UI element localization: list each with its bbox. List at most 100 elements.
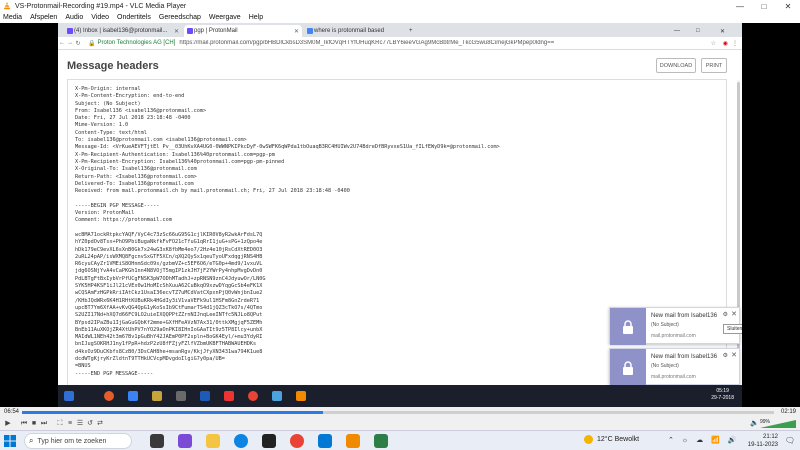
- download-button[interactable]: DOWNLOAD: [656, 58, 696, 73]
- video-area[interactable]: (4) Inbox | isabel136@protonmail... ✕ pg…: [0, 23, 800, 407]
- protonmail-favicon-icon: [67, 28, 73, 34]
- menu-ondertitels[interactable]: Ondertitels: [117, 14, 151, 21]
- menu-gereedschap[interactable]: Gereedschap: [159, 14, 201, 21]
- extended-settings-icon[interactable]: ≡: [66, 420, 74, 428]
- address-bar[interactable]: ← → ↻ 🔒 Proton Technologies AG [CH] http…: [58, 37, 742, 50]
- bookmark-star-icon[interactable]: ☆: [711, 40, 716, 47]
- header-line: Content-Type: text/html: [75, 129, 147, 136]
- word-icon[interactable]: [200, 391, 210, 401]
- weather-text: 12°C Bewolkt: [597, 436, 640, 443]
- app-icon[interactable]: [272, 391, 282, 401]
- tab-inbox[interactable]: (4) Inbox | isabel136@protonmail... ✕: [64, 25, 182, 37]
- close-browser-button[interactable]: ✕: [716, 25, 730, 37]
- system-tray[interactable]: ⌃ ☼ ☁ 📶 🔊: [668, 436, 740, 444]
- task-view-icon[interactable]: [150, 434, 164, 448]
- app-icon[interactable]: [374, 434, 388, 448]
- store-icon[interactable]: [262, 434, 276, 448]
- taskbar-clock[interactable]: 21:12 19-11-2023: [748, 433, 778, 449]
- mail-icon[interactable]: [318, 434, 332, 448]
- recorded-time: 05:19: [716, 388, 729, 394]
- close-icon[interactable]: ✕: [731, 351, 737, 359]
- tab-label: (4) Inbox | isabel136@protonmail...: [74, 28, 168, 34]
- edge-icon[interactable]: [234, 434, 248, 448]
- next-icon[interactable]: ⏭: [40, 420, 48, 428]
- store-icon[interactable]: [176, 391, 186, 401]
- tab-label: where is protonmail based: [314, 28, 385, 34]
- playlist-icon[interactable]: ☰: [76, 420, 84, 428]
- close-tooltip: Sluiten: [723, 324, 742, 334]
- print-button[interactable]: PRINT: [701, 58, 727, 73]
- header-line: R6cyuCAyZr1VMEiS8OHnmSdc09s/gzbmVZ+c5EF6…: [75, 261, 263, 268]
- header-line: Subject: (No Subject): [75, 100, 141, 107]
- new-tab-button[interactable]: +: [406, 25, 418, 37]
- stop-icon[interactable]: ■: [30, 420, 38, 428]
- folder-icon[interactable]: [152, 391, 162, 401]
- speaker-icon[interactable]: 🔈: [750, 420, 759, 428]
- minimize-browser-button[interactable]: —: [670, 25, 684, 37]
- notification-title: New mail from Isabel136: [651, 313, 718, 319]
- chrome-icon[interactable]: [290, 434, 304, 448]
- header-line: X-Pm-Content-Encryption: end-to-end: [75, 93, 185, 100]
- close-button[interactable]: ✕: [776, 0, 800, 12]
- site-identity[interactable]: Proton Technologies AG [CH]: [97, 40, 175, 46]
- menu-media[interactable]: Media: [3, 14, 22, 21]
- search-icon: ⌕: [29, 436, 34, 445]
- volume-percent: 99%: [760, 419, 771, 425]
- forward-arrow-icon[interactable]: →: [66, 40, 74, 46]
- vlc-titlebar: VS-Protonmail-Recording #19.mp4 - VLC Me…: [0, 0, 800, 12]
- menu-weergave[interactable]: Weergave: [209, 14, 241, 21]
- back-arrow-icon[interactable]: ←: [58, 40, 66, 46]
- browser-menu-icon[interactable]: ⋮: [732, 40, 738, 47]
- close-icon[interactable]: ✕: [731, 310, 737, 318]
- taskbar-search[interactable]: ⌕ Typ hier om te zoeken: [24, 433, 132, 449]
- menu-help[interactable]: Help: [249, 14, 263, 21]
- previous-icon[interactable]: ⏮: [20, 420, 28, 428]
- weather-widget[interactable]: 12°C Bewolkt: [584, 435, 639, 444]
- browser-icon[interactable]: [104, 391, 114, 401]
- url-text[interactable]: https://mail.protonmail.com/pgp/bHBDlCkb…: [179, 40, 649, 46]
- vlc-icon[interactable]: [296, 391, 306, 401]
- lock-icon: 🔒: [88, 40, 96, 47]
- volume-slider[interactable]: 99%: [760, 419, 796, 428]
- fullscreen-icon[interactable]: ⛶: [56, 420, 64, 428]
- notification-subtitle: (No Subject): [651, 322, 679, 328]
- gear-icon[interactable]: ⚙: [723, 311, 728, 318]
- gear-icon[interactable]: ⚙: [723, 352, 728, 359]
- notification-2[interactable]: New mail from Isabel136 (No Subject) mai…: [609, 348, 740, 386]
- extension-icon[interactable]: ◉: [723, 40, 728, 47]
- windows-start-icon[interactable]: [4, 435, 16, 447]
- file-explorer-icon[interactable]: [206, 434, 220, 448]
- tab-pgp[interactable]: pgp | ProtonMail ✕: [184, 25, 302, 37]
- header-line: wCQSAmFzHGPkRriIAtCkz1UsaI36ecvTZ7uMCdVa…: [75, 290, 263, 297]
- close-tab-icon[interactable]: ✕: [174, 28, 179, 35]
- edge-icon[interactable]: [128, 391, 138, 401]
- menu-afspelen[interactable]: Afspelen: [30, 14, 57, 21]
- elapsed-time: 06:54: [4, 409, 20, 415]
- start-icon[interactable]: [64, 391, 74, 401]
- menu-audio[interactable]: Audio: [65, 14, 83, 21]
- vlc-taskbar-icon[interactable]: [346, 434, 360, 448]
- header-line: /KHbJQdWRx6K4H1RHtKUBuKRk4HGdIy3iV1vaVEF…: [75, 297, 260, 304]
- maximize-browser-button[interactable]: □: [692, 25, 706, 37]
- reload-icon[interactable]: ↻: [74, 40, 82, 47]
- google-favicon-icon: [307, 28, 313, 34]
- loop-icon[interactable]: ↺: [86, 420, 94, 428]
- header-line: [75, 225, 726, 232]
- close-tab-icon[interactable]: ✕: [294, 28, 299, 35]
- seek-slider[interactable]: [22, 411, 774, 414]
- opera-icon[interactable]: [224, 391, 234, 401]
- header-line: Comment: https://protonmail.com: [75, 217, 172, 224]
- menu-video[interactable]: Video: [91, 14, 109, 21]
- chrome-icon[interactable]: [248, 391, 258, 401]
- minimize-button[interactable]: —: [728, 0, 752, 12]
- maximize-button[interactable]: □: [752, 0, 776, 12]
- tab-search[interactable]: where is protonmail based: [304, 25, 404, 37]
- recorded-date: 29-7-2018: [711, 395, 734, 401]
- notification-1[interactable]: New mail from Isabel136 (No Subject) mai…: [609, 307, 740, 345]
- notification-center-icon[interactable]: 🗨: [785, 436, 795, 445]
- play-icon[interactable]: ▶: [4, 420, 12, 428]
- shuffle-icon[interactable]: ⇄: [96, 420, 104, 428]
- header-line: SYK5HP4KSF1iJl21cVEx0w1HoMIcShXuuA62CuBk…: [75, 283, 263, 290]
- teams-icon[interactable]: [178, 434, 192, 448]
- clock-time: 21:12: [762, 434, 778, 440]
